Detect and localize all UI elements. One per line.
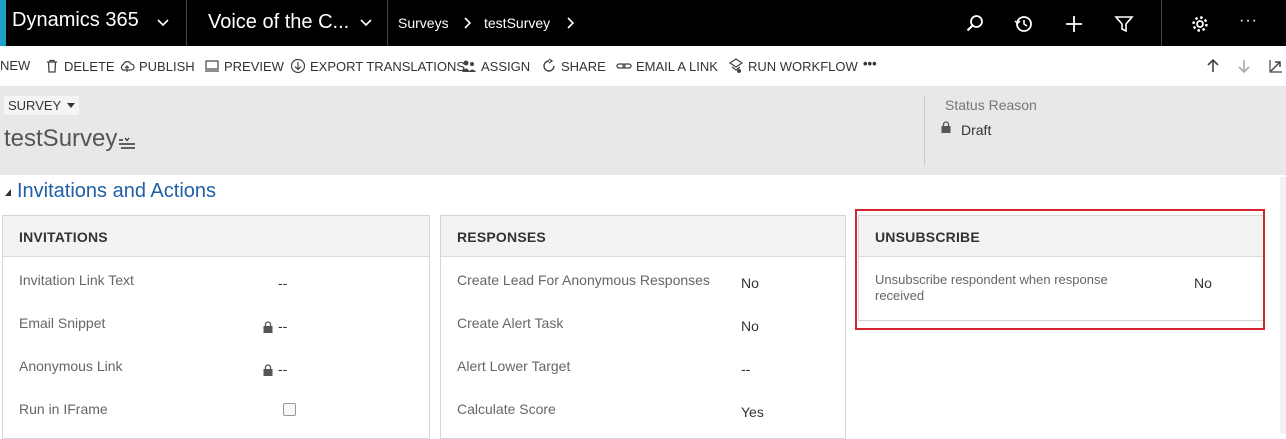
field-label: Create Alert Task [457, 315, 564, 331]
history-icon[interactable] [1013, 13, 1035, 35]
share-icon [543, 58, 555, 72]
form-selector-icon[interactable] [118, 137, 136, 151]
field-label: Run in IFrame [19, 401, 108, 417]
nav-divider [387, 0, 388, 46]
export-icon [290, 58, 306, 74]
more-icon[interactable]: ··· [1239, 12, 1258, 30]
highlight-box [855, 209, 1265, 330]
field-value[interactable]: No [741, 318, 759, 334]
status-reason-value: Draft [961, 122, 992, 138]
status-reason-label: Status Reason [945, 97, 1037, 113]
preview-label: PREVIEW [224, 58, 284, 74]
field-value[interactable]: Yes [741, 404, 764, 420]
email-a-link-label: EMAIL A LINK [636, 58, 718, 74]
field-label: Email Snippet [19, 315, 106, 331]
field-value[interactable]: No [741, 275, 759, 291]
area-name[interactable]: Voice of the C... [208, 11, 349, 34]
new-label: NEW [0, 58, 31, 73]
plus-icon[interactable] [1063, 13, 1085, 35]
chevron-down-icon[interactable] [155, 14, 171, 30]
export-translations-button[interactable]: EXPORT TRANSLATIONS [290, 58, 465, 74]
command-bar: NEW DELETE PUBLISH PREVIEW EXPORT TRANSL… [0, 46, 1286, 87]
run-workflow-label: RUN WORKFLOW [748, 58, 858, 74]
vertical-scrollbar[interactable] [1280, 177, 1286, 434]
run-workflow-button[interactable]: RUN WORKFLOW [728, 58, 858, 74]
email-a-link-button[interactable]: EMAIL A LINK [616, 58, 718, 74]
invitations-panel: INVITATIONS Invitation Link Text -- Emai… [2, 215, 430, 439]
run-in-iframe-checkbox[interactable] [283, 403, 296, 416]
field-label: Invitation Link Text [19, 272, 134, 288]
expand-icon[interactable] [1268, 58, 1284, 74]
new-button[interactable]: NEW [0, 58, 30, 73]
publish-label: PUBLISH [139, 58, 195, 74]
arrow-down-icon[interactable] [1236, 58, 1252, 74]
preview-button[interactable]: PREVIEW [204, 58, 284, 74]
top-navigation-bar: Dynamics 365 Voice of the C... Surveys t… [0, 0, 1286, 46]
field-label: Calculate Score [457, 401, 556, 417]
field-label: Alert Lower Target [457, 358, 571, 374]
cloud-icon [120, 61, 135, 72]
app-name[interactable]: Dynamics 365 [12, 9, 139, 32]
record-header: SURVEY testSurvey Status Reason Draft [0, 87, 1286, 175]
share-button[interactable]: SHARE [541, 58, 606, 74]
field-value[interactable]: -- [741, 361, 750, 377]
gear-icon[interactable] [1189, 13, 1211, 35]
export-translations-label: EXPORT TRANSLATIONS [310, 58, 466, 74]
breadcrumb-record[interactable]: testSurvey [484, 15, 550, 31]
arrow-up-icon[interactable] [1205, 58, 1221, 74]
chevron-down-icon[interactable] [358, 14, 374, 30]
link-icon [616, 63, 632, 69]
trash-icon [47, 59, 57, 73]
field-value: -- [278, 318, 288, 334]
lock-icon [263, 364, 273, 376]
record-title: testSurvey [4, 125, 118, 152]
caret-down-icon [67, 102, 76, 108]
chevron-right-icon [464, 17, 472, 29]
lock-icon [941, 121, 951, 133]
responses-panel: RESPONSES Create Lead For Anonymous Resp… [440, 215, 846, 439]
delete-button[interactable]: DELETE [44, 58, 115, 74]
field-label: Anonymous Link [19, 358, 123, 374]
lock-icon [263, 321, 273, 333]
header-divider [924, 97, 925, 165]
nav-divider [1161, 0, 1162, 46]
preview-icon [205, 60, 219, 72]
section-title: Invitations and Actions [17, 180, 217, 202]
search-icon[interactable] [964, 13, 986, 35]
nav-divider [186, 0, 187, 46]
invitations-heading: INVITATIONS [3, 216, 429, 257]
filter-icon[interactable] [1113, 13, 1135, 35]
people-icon [462, 60, 476, 72]
entity-switcher[interactable]: SURVEY [4, 96, 80, 115]
nav-accent-strip [0, 0, 6, 46]
share-label: SHARE [561, 58, 606, 74]
chevron-right-icon[interactable] [562, 15, 578, 31]
field-value[interactable]: -- [278, 275, 287, 291]
breadcrumb-surveys[interactable]: Surveys [398, 15, 449, 31]
entity-name: SURVEY [8, 98, 62, 113]
publish-button[interactable]: PUBLISH [119, 58, 195, 74]
delete-label: DELETE [64, 58, 115, 74]
assign-label: ASSIGN [481, 58, 531, 74]
collapse-triangle-icon[interactable] [5, 189, 11, 196]
field-value: -- [278, 361, 288, 377]
more-commands-button[interactable]: ••• [863, 56, 877, 71]
workflow-icon [728, 58, 744, 73]
responses-heading: RESPONSES [441, 216, 845, 257]
field-label: Create Lead For Anonymous Responses [457, 272, 710, 288]
assign-button[interactable]: ASSIGN [461, 58, 530, 74]
